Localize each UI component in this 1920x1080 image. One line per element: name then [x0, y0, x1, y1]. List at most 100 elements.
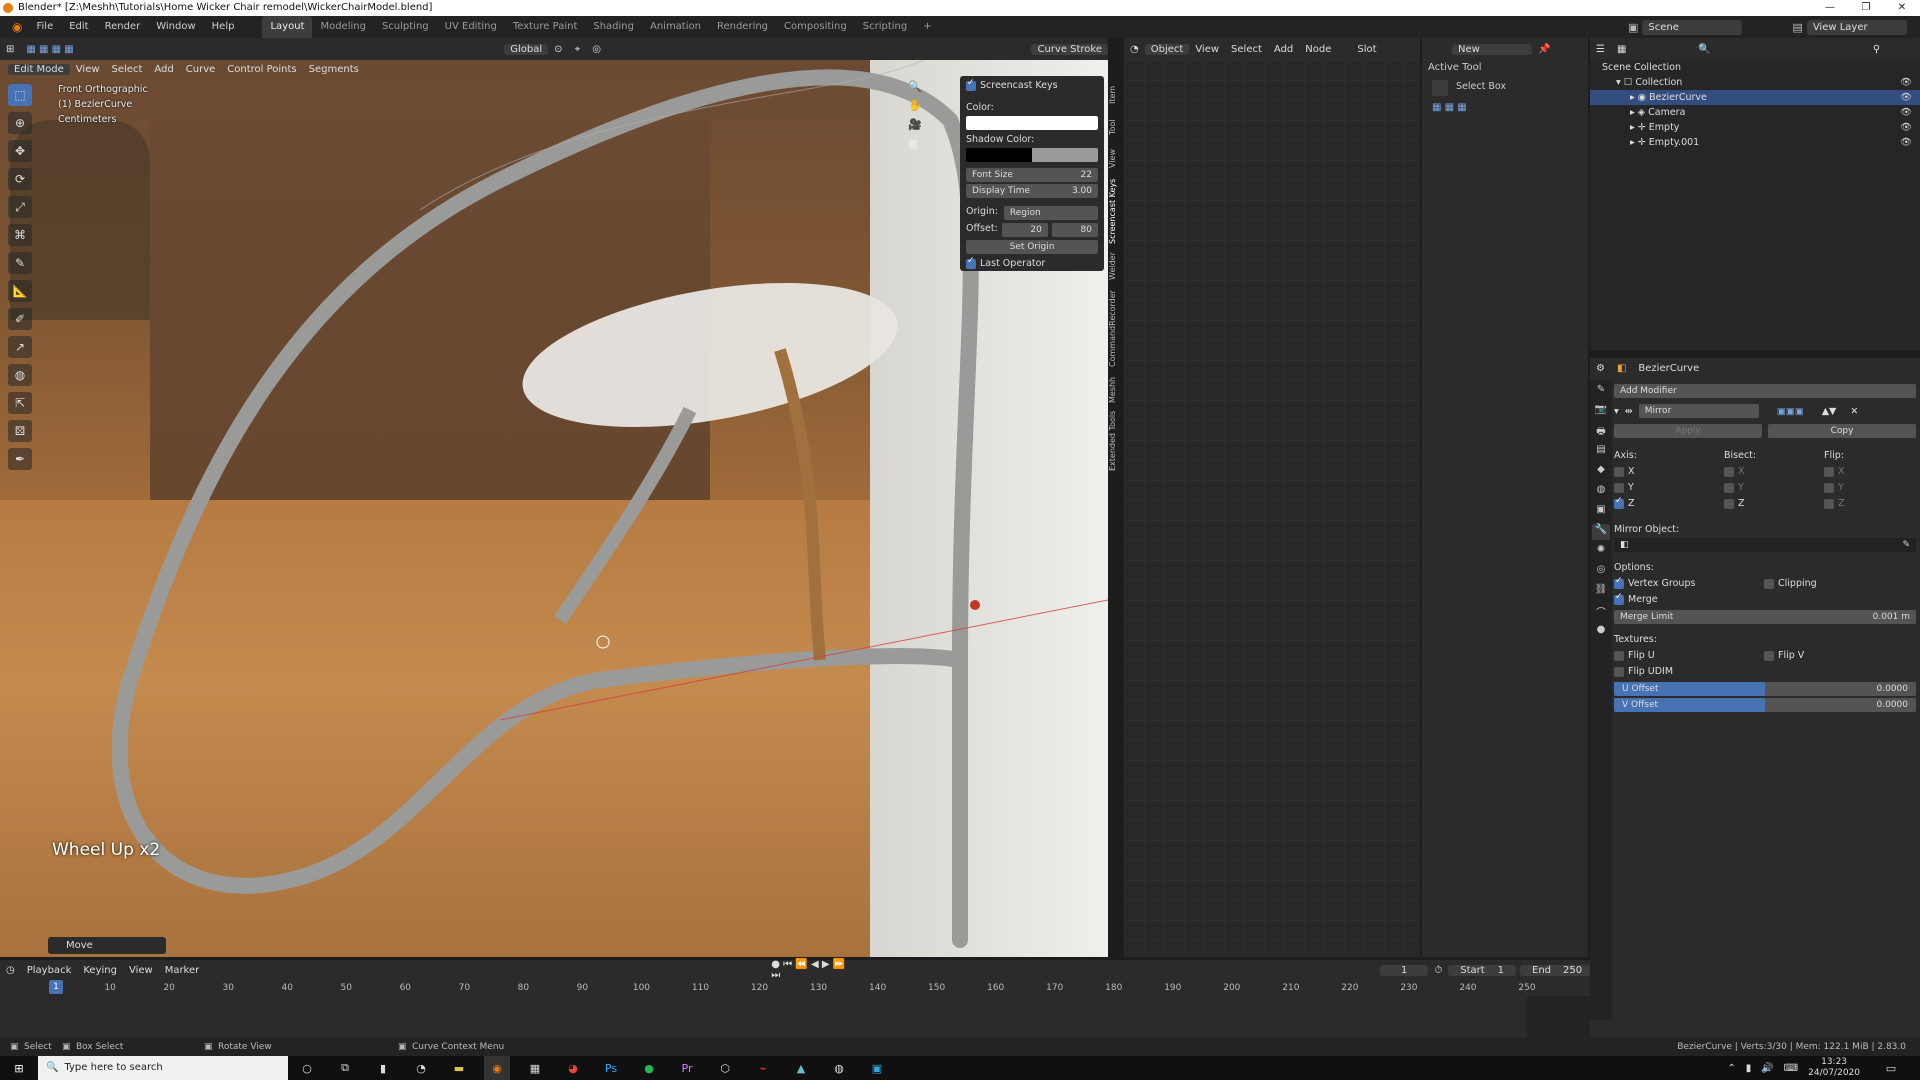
outliner-row[interactable]: Scene Collection — [1590, 60, 1920, 75]
tab-item[interactable]: Item — [1108, 80, 1122, 110]
node-menu-node[interactable]: Node — [1299, 44, 1337, 55]
camera-view-icon[interactable]: 🎥 — [908, 118, 922, 131]
tab-modeling[interactable]: Modeling — [312, 16, 374, 38]
copy-button[interactable]: Copy — [1768, 424, 1916, 438]
pen-tool-icon[interactable]: ✒ — [8, 448, 32, 470]
offset-y-field[interactable]: 80 — [1051, 223, 1098, 237]
menu-view[interactable]: View — [70, 64, 106, 75]
measure-tool-icon[interactable]: 📐 — [8, 280, 32, 302]
object-dropdown[interactable]: Object — [1144, 43, 1190, 55]
new-material-button[interactable]: New — [1452, 43, 1532, 55]
modifier-tab-icon[interactable]: 🔧 — [1592, 524, 1610, 540]
menu-help[interactable]: Help — [204, 16, 243, 38]
app-icon-2[interactable]: ◔ — [408, 1056, 434, 1080]
visibility-icon[interactable]: 👁 — [1900, 135, 1912, 150]
node-menu-view[interactable]: View — [1189, 44, 1225, 55]
axis-x-checkbox[interactable] — [1614, 466, 1624, 477]
network-icon[interactable]: ▮ — [1746, 1063, 1752, 1074]
tab-scripting[interactable]: Scripting — [855, 16, 915, 38]
display-time-field[interactable]: Display Time 3.00 — [966, 184, 1098, 198]
close-button[interactable]: ✕ — [1884, 0, 1920, 16]
blender-taskbar-icon[interactable]: ◉ — [484, 1056, 510, 1080]
cortana-icon[interactable]: ○ — [294, 1056, 320, 1080]
flip-u-checkbox[interactable] — [1614, 650, 1624, 661]
menu-render[interactable]: Render — [97, 16, 149, 38]
outliner-type-icon[interactable]: ☰ — [1590, 44, 1611, 55]
menu-add[interactable]: Add — [148, 64, 179, 75]
minimize-button[interactable]: — — [1812, 0, 1848, 16]
mode-dropdown[interactable]: Edit Mode — [8, 63, 70, 75]
keyboard-icon[interactable]: ⌨ — [1784, 1063, 1798, 1074]
randomize-tool-icon[interactable]: ⚄ — [8, 420, 32, 442]
pan-hand-icon[interactable]: ✋ — [908, 99, 922, 112]
app-icon-1[interactable]: ▮ — [370, 1056, 396, 1080]
set-origin-button[interactable]: Set Origin — [966, 240, 1098, 254]
outliner-search-icon[interactable]: 🔍 — [1692, 44, 1716, 55]
modifier-display-icons[interactable]: ▣▣▣ — [1777, 406, 1804, 417]
menu-window[interactable]: Window — [148, 16, 203, 38]
remove-modifier-icon[interactable]: ✕ — [1850, 406, 1858, 417]
timeline-ruler[interactable]: 1102030405060708090100110120130140150160… — [0, 960, 1590, 1038]
tab-extended-tools[interactable]: Extended Tools — [1108, 408, 1122, 474]
clipping-checkbox[interactable] — [1764, 578, 1774, 589]
pin-icon[interactable]: 📌 — [1532, 44, 1556, 55]
transform-tool-icon[interactable]: ⌘ — [8, 224, 32, 246]
app-icon-5[interactable]: ▣ — [864, 1056, 890, 1080]
slot-dropdown[interactable]: Slot — [1351, 44, 1382, 55]
tab-uv-editing[interactable]: UV Editing — [437, 16, 505, 38]
menu-segments[interactable]: Segments — [303, 64, 365, 75]
v-offset-slider[interactable]: V Offset 0.0000 — [1614, 698, 1916, 712]
bezier-curve-overlay[interactable] — [0, 60, 1108, 957]
move-tool-icon[interactable]: ✥ — [8, 140, 32, 162]
visibility-icon[interactable]: 👁 — [1900, 105, 1912, 120]
visibility-icon[interactable]: 👁 — [1900, 90, 1912, 105]
last-operator-panel[interactable]: Move — [48, 937, 166, 954]
last-operator-checkbox[interactable] — [966, 256, 976, 269]
flip-y-checkbox[interactable] — [1824, 482, 1834, 493]
playhead[interactable]: 1 — [49, 980, 63, 994]
zoom-icon[interactable]: 🔍 — [908, 80, 922, 93]
axis-y-checkbox[interactable] — [1614, 482, 1624, 493]
flip-v-checkbox[interactable] — [1764, 650, 1774, 661]
tab-layout[interactable]: Layout — [262, 16, 313, 38]
object-tab-icon[interactable]: ▣ — [1592, 504, 1610, 520]
node-menu-add[interactable]: Add — [1268, 44, 1299, 55]
snap-icon[interactable]: ⌖ — [569, 44, 587, 55]
flip-z-checkbox[interactable] — [1824, 498, 1834, 509]
color-swatch[interactable] — [966, 116, 1098, 130]
offset-x-field[interactable]: 20 — [1001, 223, 1048, 237]
screencast-enabled-checkbox[interactable] — [966, 78, 976, 91]
outliner-row[interactable]: ▸ ◈ Camera 👁 — [1590, 105, 1920, 120]
scale-tool-icon[interactable]: ⤢ — [8, 196, 32, 218]
modifier-name-field[interactable]: Mirror — [1638, 404, 1759, 418]
tab-compositing[interactable]: Compositing — [776, 16, 855, 38]
select-mode-icons[interactable]: ▦ ▦ ▦ ▦ — [20, 44, 79, 55]
merge-limit-field[interactable]: Merge Limit 0.001 m — [1614, 610, 1916, 624]
menu-edit[interactable]: Edit — [61, 16, 96, 38]
bisect-y-checkbox[interactable] — [1724, 482, 1734, 493]
file-explorer-icon[interactable]: ▬ — [446, 1056, 472, 1080]
premiere-icon[interactable]: Pr — [674, 1056, 700, 1080]
blender-menu-icon[interactable]: ◉ — [6, 20, 28, 34]
filter-icon[interactable]: ⚲ — [1867, 44, 1886, 55]
tab-sculpting[interactable]: Sculpting — [374, 16, 437, 38]
output-tab-icon[interactable]: 🖶 — [1592, 424, 1610, 440]
add-workspace-button[interactable]: + — [915, 16, 939, 38]
flip-udim-checkbox[interactable] — [1614, 666, 1624, 677]
add-modifier-dropdown[interactable]: Add Modifier — [1614, 384, 1916, 398]
vertex-groups-checkbox[interactable] — [1614, 576, 1624, 589]
select-box-tool-icon[interactable]: ⬚ — [8, 84, 32, 106]
3d-viewport[interactable]: ⬚ ⊕ ✥ ⟳ ⤢ ⌘ ✎ 📐 ✐ ↗ ◍ ⇱ ⚄ ✒ Front Orthog… — [0, 60, 1108, 957]
collapse-icon[interactable]: ▾ — [1614, 406, 1619, 417]
rotate-tool-icon[interactable]: ⟳ — [8, 168, 32, 190]
editor-type-icon[interactable]: ⊞ — [0, 44, 20, 55]
particles-tab-icon[interactable]: ✺ — [1592, 544, 1610, 560]
photos-icon[interactable]: ▲ — [788, 1056, 814, 1080]
app-icon-3[interactable]: ⬡ — [712, 1056, 738, 1080]
view-layer-selector[interactable]: View Layer — [1806, 19, 1907, 35]
photoshop-icon[interactable]: Ps — [598, 1056, 624, 1080]
menu-curve[interactable]: Curve — [180, 64, 222, 75]
transform-orientation-dropdown[interactable]: Global — [504, 43, 549, 55]
tab-texture-paint[interactable]: Texture Paint — [505, 16, 586, 38]
scene-tab-icon[interactable]: ◆ — [1592, 464, 1610, 480]
